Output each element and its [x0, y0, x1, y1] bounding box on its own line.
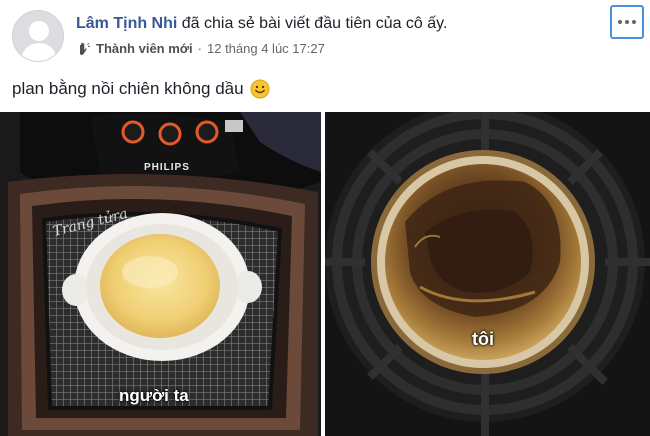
fryer-brand-text: PHILIPS — [144, 162, 190, 173]
avatar[interactable] — [12, 10, 64, 62]
photo-right-caption: tôi — [472, 329, 494, 349]
default-avatar-icon — [13, 11, 63, 61]
more-options-icon — [618, 20, 622, 24]
post-timestamp[interactable]: 12 tháng 4 lúc 17:27 — [207, 40, 325, 58]
meta-separator: · — [197, 41, 202, 56]
photo-left-caption: người ta — [119, 386, 189, 405]
post-text: plan bằng nồi chiên không dầu — [12, 79, 244, 98]
burnt-flan-photo — [325, 112, 650, 436]
photo-right[interactable]: tôi — [325, 112, 650, 436]
author-name[interactable]: Lâm Tịnh Nhi — [76, 15, 177, 32]
waving-hand-icon — [76, 41, 92, 57]
post-header: Lâm Tịnh Nhi đã chia sẻ bài viết đầu tiê… — [0, 0, 650, 66]
smiley-icon — [250, 79, 270, 99]
more-options-button[interactable] — [610, 5, 644, 39]
photo-left[interactable]: PHILIPS Trang tửra người ta — [0, 112, 321, 436]
post-action-text: đã chia sẻ bài viết đầu tiên của cô ấy. — [181, 15, 448, 32]
post-headline: Lâm Tịnh Nhi đã chia sẻ bài viết đầu tiê… — [76, 13, 447, 35]
post-body: plan bằng nồi chiên không dầu — [12, 77, 270, 101]
post-meta: Thành viên mới · 12 tháng 4 lúc 17:27 — [76, 40, 325, 58]
member-badge-label[interactable]: Thành viên mới — [96, 40, 193, 58]
